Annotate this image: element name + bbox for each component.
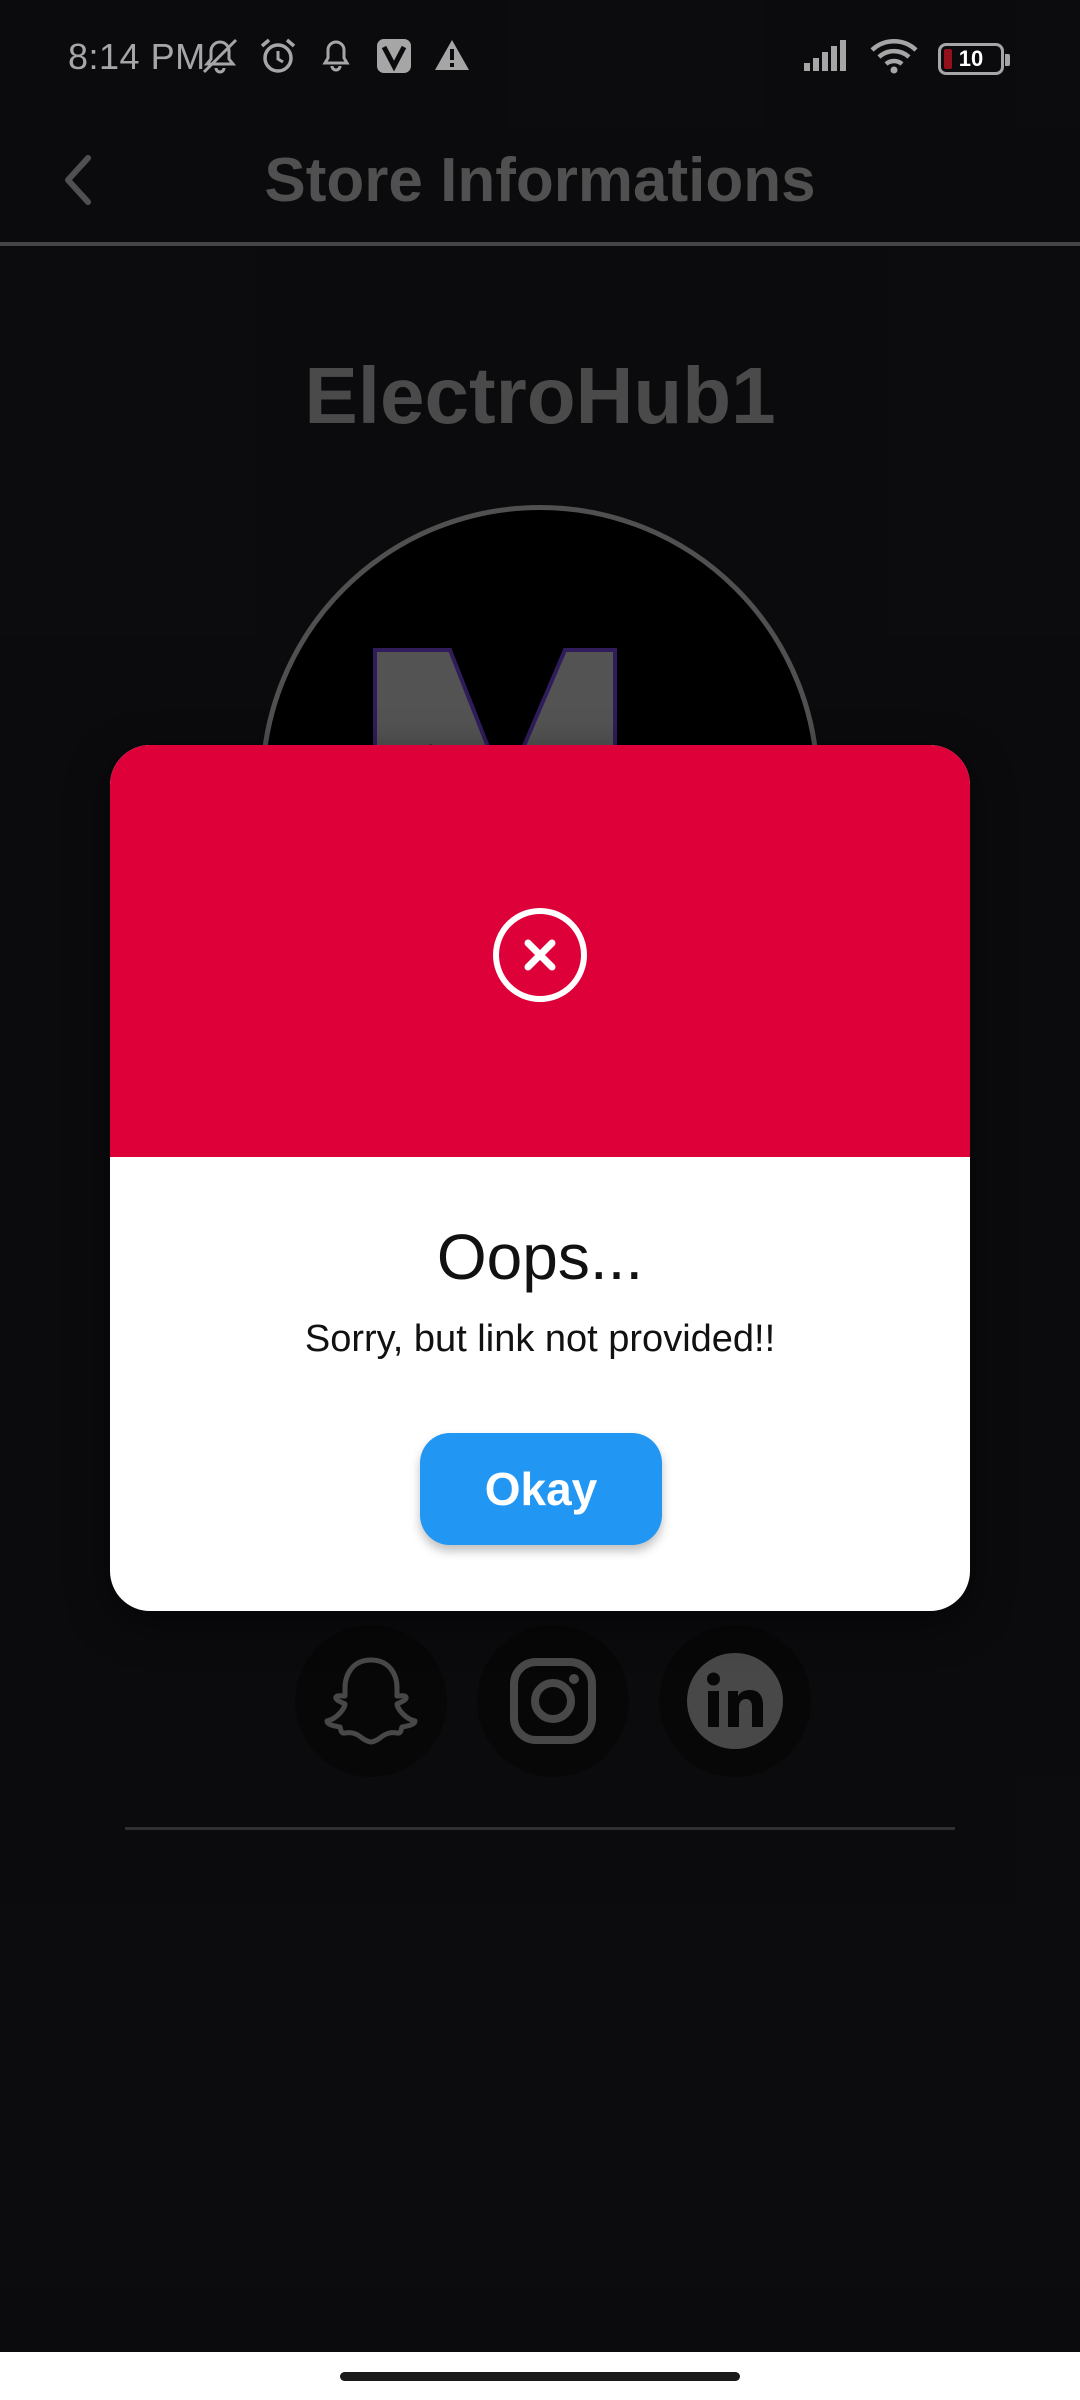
close-circle-icon [493, 908, 587, 1002]
dialog-message: Sorry, but link not provided!! [304, 1318, 776, 1360]
okay-button[interactable]: Okay [420, 1433, 662, 1545]
error-dialog: Oops... Sorry, but link not provided!! O… [110, 745, 970, 1611]
dialog-title: Oops... [436, 1221, 644, 1293]
screen: 8:14 PM 10 Store Informations ElectroHub… [0, 0, 1080, 2400]
dialog-header [110, 745, 970, 1157]
battery-level: 10 [958, 45, 984, 71]
home-indicator[interactable] [340, 2372, 740, 2381]
navigation-bar [0, 2352, 1080, 2400]
